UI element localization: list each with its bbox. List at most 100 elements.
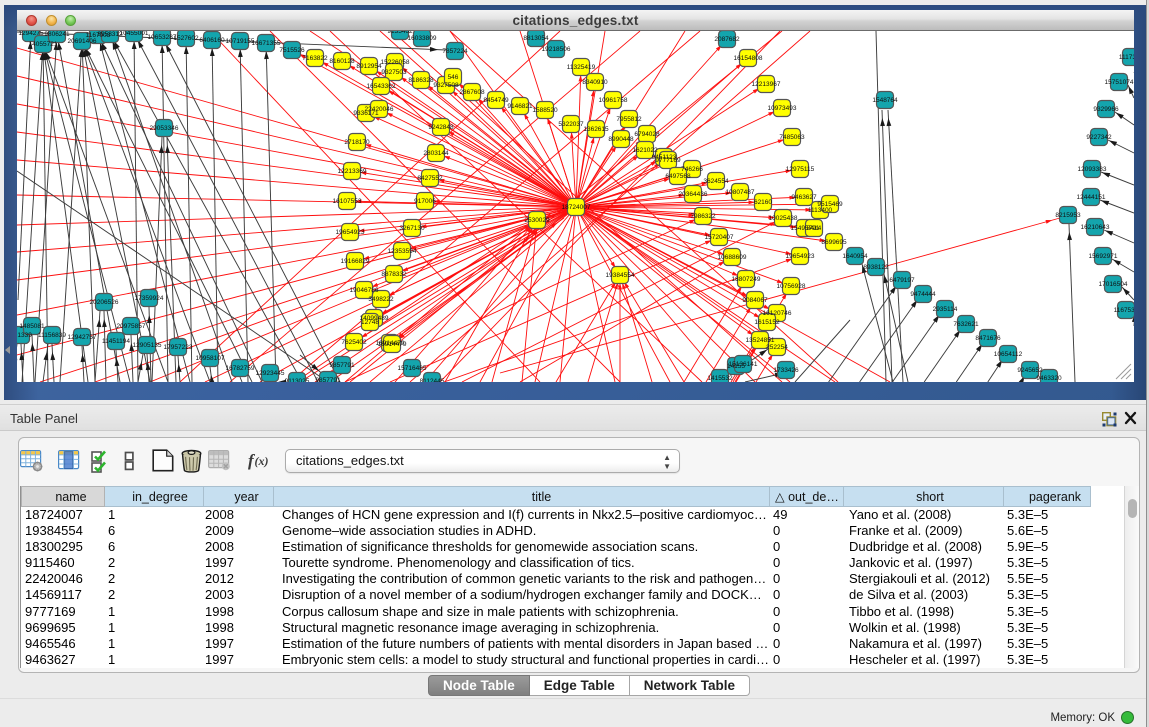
svg-text:10973493: 10973493 xyxy=(768,105,797,112)
svg-text:8215953: 8215953 xyxy=(1055,212,1081,219)
svg-text:16033809: 16033809 xyxy=(408,35,437,42)
svg-text:2530029: 2530029 xyxy=(524,217,550,224)
svg-text:7955812: 7955812 xyxy=(616,116,642,123)
svg-text:9084067: 9084067 xyxy=(742,297,768,304)
svg-text:9463320: 9463320 xyxy=(1036,375,1062,382)
svg-text:9329966: 9329966 xyxy=(1093,106,1119,113)
svg-text:9242848: 9242848 xyxy=(428,124,454,131)
svg-text:2935114: 2935114 xyxy=(933,306,958,313)
svg-text:18807249: 18807249 xyxy=(732,276,761,283)
svg-text:10807487: 10807487 xyxy=(726,189,755,196)
svg-text:2867608: 2867608 xyxy=(459,89,485,96)
svg-text:6479197: 6479197 xyxy=(889,277,915,284)
svg-text:5322037: 5322037 xyxy=(558,121,584,128)
svg-text:12353594: 12353594 xyxy=(388,248,417,255)
svg-text:17016504: 17016504 xyxy=(1099,281,1128,288)
svg-text:8340910: 8340910 xyxy=(582,79,608,86)
svg-text:12942757: 12942757 xyxy=(68,334,97,341)
svg-text:10025438: 10025438 xyxy=(769,215,798,222)
svg-text:9327508: 9327508 xyxy=(433,82,459,89)
svg-text:7986322: 7986322 xyxy=(690,213,716,220)
svg-text:19218506: 19218506 xyxy=(542,46,571,53)
svg-text:29053346: 29053346 xyxy=(150,125,179,132)
svg-text:6794028: 6794028 xyxy=(634,131,660,138)
svg-text:10654112: 10654112 xyxy=(994,351,1023,358)
svg-text:8990448: 8990448 xyxy=(608,136,634,143)
svg-text:11451194: 11451194 xyxy=(102,338,130,345)
svg-text:19046786: 19046786 xyxy=(350,287,379,294)
svg-text:19654923: 19654923 xyxy=(336,229,365,236)
svg-text:16671355: 16671355 xyxy=(252,40,281,47)
svg-text:9806241: 9806241 xyxy=(44,31,70,38)
svg-text:9113025: 9113025 xyxy=(285,378,310,382)
svg-text:8454749: 8454749 xyxy=(483,97,509,104)
svg-text:1548764: 1548764 xyxy=(872,97,898,104)
svg-text:1733426: 1733426 xyxy=(773,367,799,374)
svg-text:546: 546 xyxy=(448,74,459,81)
svg-text:15716485: 15716485 xyxy=(398,365,427,372)
svg-text:8186328: 8186328 xyxy=(408,77,434,84)
svg-text:16154808: 16154808 xyxy=(734,55,763,62)
svg-text:7625402: 7625402 xyxy=(341,339,367,346)
svg-text:16914479: 16914479 xyxy=(378,341,407,348)
svg-text:15136141: 15136141 xyxy=(729,361,758,368)
svg-text:8813054: 8813054 xyxy=(523,35,549,42)
svg-text:9463627: 9463627 xyxy=(791,194,817,201)
svg-text:10455001: 10455001 xyxy=(120,31,149,37)
svg-text:62160: 62160 xyxy=(754,199,772,206)
svg-text:10719155: 10719155 xyxy=(226,38,255,45)
svg-text:1527602: 1527602 xyxy=(173,35,199,42)
svg-text:12213369: 12213369 xyxy=(338,168,367,175)
svg-text:9245652: 9245652 xyxy=(1017,367,1043,374)
svg-text:16782759: 16782759 xyxy=(226,365,255,372)
svg-text:20975857: 20975857 xyxy=(117,323,146,330)
svg-text:12093383: 12093383 xyxy=(1078,166,1107,173)
svg-text:9777169: 9777169 xyxy=(655,157,681,164)
svg-text:1485081: 1485081 xyxy=(19,323,45,330)
svg-text:12748: 12748 xyxy=(361,319,379,326)
svg-text:746266: 746266 xyxy=(681,166,703,173)
svg-text:12905135: 12905135 xyxy=(133,342,162,349)
svg-text:9857791: 9857791 xyxy=(315,377,341,382)
svg-text:14055721: 14055721 xyxy=(29,41,58,48)
svg-text:3498222: 3498222 xyxy=(368,296,394,303)
svg-text:8427552: 8427552 xyxy=(417,175,443,182)
svg-text:8878332: 8878332 xyxy=(381,271,407,278)
svg-text:391339: 391339 xyxy=(17,332,32,339)
svg-text:1113400: 1113400 xyxy=(808,207,833,214)
svg-text:15226058: 15226058 xyxy=(381,59,410,66)
svg-text:16120746: 16120746 xyxy=(763,310,792,317)
svg-text:3267130: 3267130 xyxy=(399,225,425,232)
svg-text:6406160: 6406160 xyxy=(199,37,225,44)
svg-text:9146821: 9146821 xyxy=(507,103,533,110)
svg-text:20206526: 20206526 xyxy=(90,299,119,306)
svg-text:1640954: 1640954 xyxy=(842,253,868,260)
svg-text:1588520: 1588520 xyxy=(532,107,558,114)
svg-text:15692971: 15692971 xyxy=(1089,253,1118,260)
svg-text:10961758: 10961758 xyxy=(599,97,628,104)
svg-text:9515469: 9515469 xyxy=(817,201,843,208)
svg-text:1167533: 1167533 xyxy=(1114,307,1134,314)
svg-text:19654923: 19654923 xyxy=(786,253,815,260)
svg-text:2718170: 2718170 xyxy=(344,139,370,146)
svg-text:8471676: 8471676 xyxy=(975,335,1001,342)
svg-text:917006: 917006 xyxy=(414,198,436,205)
svg-text:20364436: 20364436 xyxy=(679,191,708,198)
svg-text:3624554: 3624554 xyxy=(703,178,729,185)
svg-text:1362615: 1362615 xyxy=(583,126,609,133)
svg-text:2087682: 2087682 xyxy=(714,36,740,43)
svg-text:12923445: 12923445 xyxy=(256,370,285,377)
svg-text:11156839: 11156839 xyxy=(38,332,66,339)
svg-text:15751074: 15751074 xyxy=(1105,79,1134,86)
svg-text:8938122: 8938122 xyxy=(863,264,889,271)
svg-text:12213967: 12213967 xyxy=(752,81,781,88)
svg-text:9327503: 9327503 xyxy=(381,69,407,76)
svg-text:7632621: 7632621 xyxy=(953,321,979,328)
svg-text:15720407: 15720407 xyxy=(705,234,734,241)
svg-text:17359924: 17359924 xyxy=(135,295,164,302)
svg-text:13524851: 13524851 xyxy=(746,337,775,344)
svg-text:8112445: 8112445 xyxy=(420,378,445,382)
svg-text:22420046: 22420046 xyxy=(365,106,394,113)
svg-text:19384554: 19384554 xyxy=(606,272,635,279)
svg-text:8912954: 8912954 xyxy=(356,63,382,70)
